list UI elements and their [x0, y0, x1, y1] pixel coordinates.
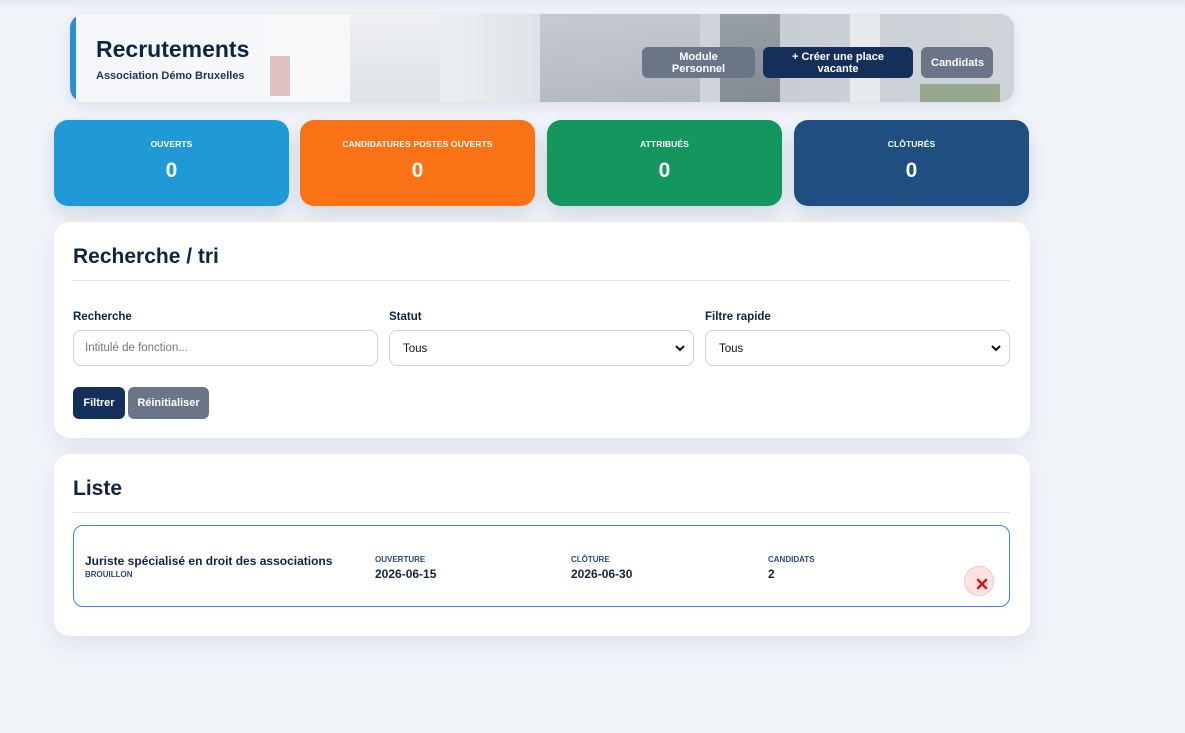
candidates-label: CANDIDATS	[768, 555, 815, 564]
divider	[73, 512, 1010, 513]
stat-label: CANDIDATURES POSTES OUVERTS	[342, 139, 493, 149]
reset-button[interactable]: Réinitialiser	[128, 387, 209, 419]
filter-button[interactable]: Filtrer	[73, 387, 125, 419]
quick-filter-label: Filtre rapide	[705, 311, 771, 323]
opening-label: OUVERTURE	[375, 555, 426, 564]
list-panel-title: Liste	[73, 477, 123, 500]
delete-button[interactable]	[964, 566, 994, 596]
search-panel-title: Recherche / tri	[73, 245, 219, 268]
candidates-count: 2	[768, 567, 775, 581]
status-badge: BROUILLON	[85, 570, 133, 579]
opening-date: 2026-06-15	[375, 567, 437, 581]
closing-date: 2026-06-30	[571, 567, 633, 581]
quick-filter-select-value: Tous	[719, 343, 744, 355]
module-personnel-button[interactable]: Module Personnel	[642, 47, 755, 78]
list-item[interactable]: Juriste spécialisé en droit des associat…	[73, 525, 1010, 607]
close-icon	[976, 578, 988, 590]
stat-card-applications: CANDIDATURES POSTES OUVERTS 0	[300, 120, 535, 206]
search-label: Recherche	[73, 311, 132, 323]
stat-label: OUVERTS	[150, 139, 193, 149]
create-vacancy-button[interactable]: + Créer une place vacante	[763, 47, 913, 78]
stat-value: 0	[411, 159, 424, 182]
candidates-button[interactable]: Candidats	[921, 47, 993, 78]
stat-label: CLÔTURÉS	[887, 139, 936, 149]
list-panel: Liste Juriste spécialisé en droit des as…	[54, 454, 1030, 636]
status-select-value: Tous	[403, 343, 428, 355]
divider	[73, 280, 1010, 281]
banner-photo-panel	[920, 84, 1000, 102]
search-panel: Recherche / tri Recherche Statut Tous Fi…	[54, 222, 1030, 438]
stat-card-assigned: ATTRIBUÉS 0	[547, 120, 782, 206]
banner-photo-panel	[350, 14, 440, 102]
job-title: Juriste spécialisé en droit des associat…	[85, 554, 333, 568]
stat-card-closed: CLÔTURÉS 0	[794, 120, 1029, 206]
organization-name: Association Démo Bruxelles	[96, 70, 245, 82]
banner-accent-bar	[70, 14, 76, 102]
quick-filter-select[interactable]: Tous	[705, 330, 1010, 366]
status-select[interactable]: Tous	[389, 330, 694, 366]
header-banner: Recrutements Association Démo Bruxelles …	[70, 14, 1014, 102]
chevron-down-icon	[675, 345, 685, 352]
stat-value: 0	[658, 159, 671, 182]
stat-value: 0	[905, 159, 918, 182]
stat-card-open: OUVERTS 0	[54, 120, 289, 206]
closing-label: CLÔTURE	[571, 555, 610, 564]
stat-label: ATTRIBUÉS	[640, 139, 689, 149]
top-shade	[0, 0, 1185, 10]
chevron-down-icon	[991, 345, 1001, 352]
status-label: Statut	[389, 311, 422, 323]
banner-photo-panel	[270, 56, 290, 96]
page-title: Recrutements	[96, 36, 250, 62]
stat-value: 0	[165, 159, 178, 182]
search-input[interactable]	[73, 330, 378, 366]
